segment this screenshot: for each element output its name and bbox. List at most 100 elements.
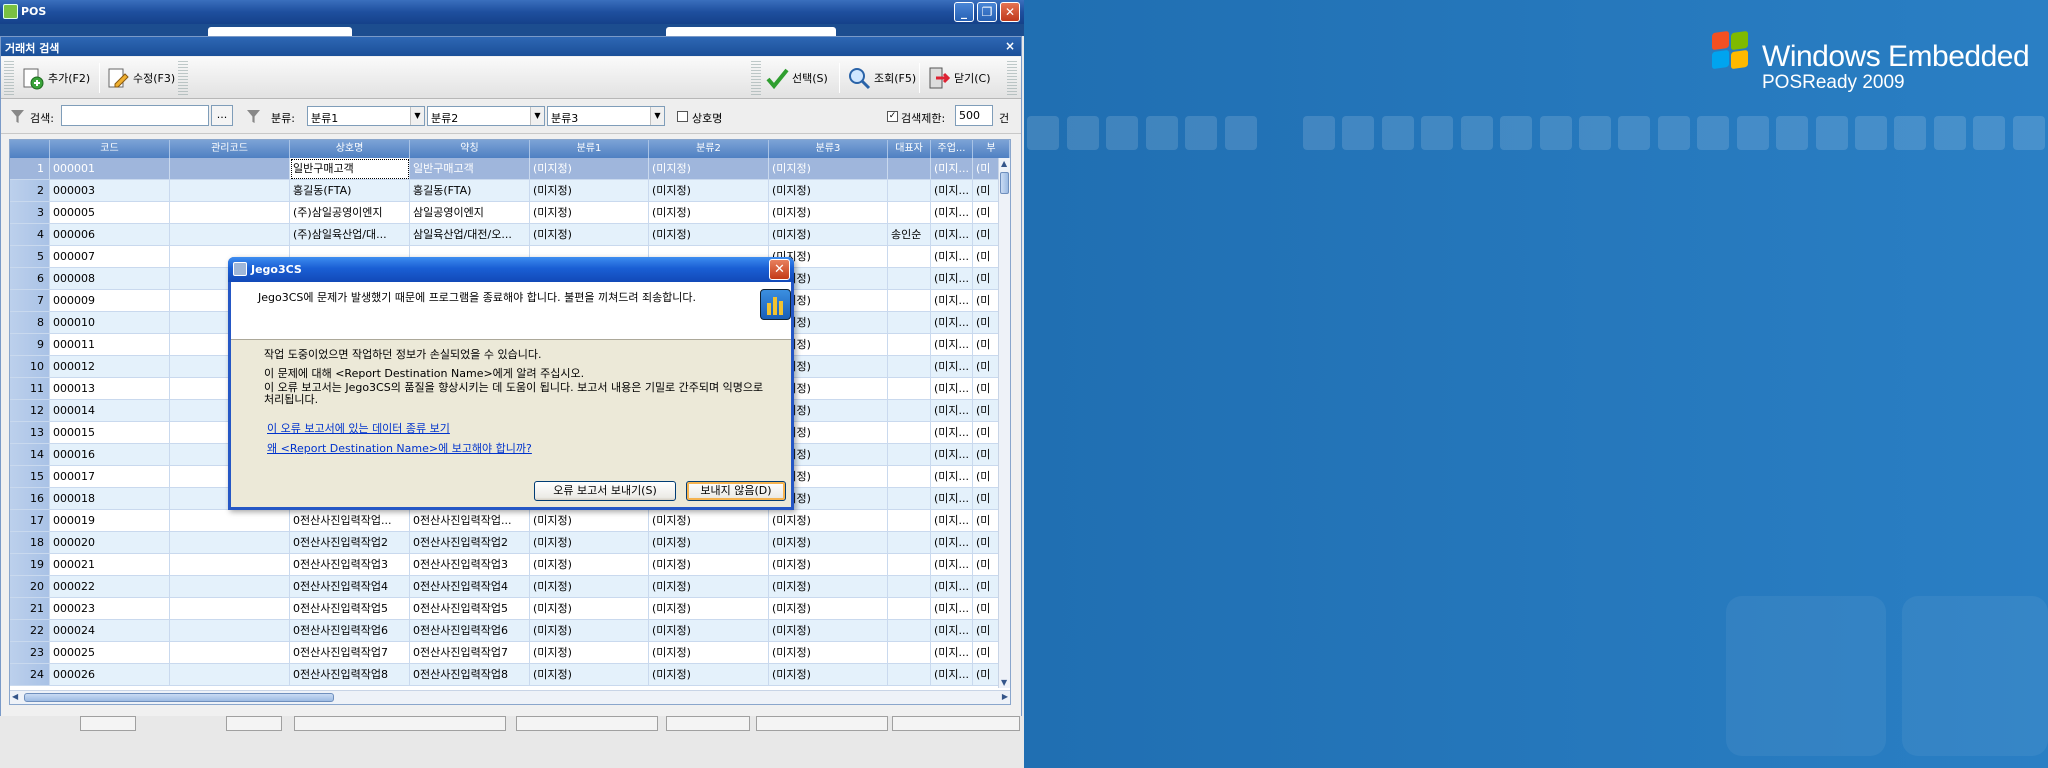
cell-rep[interactable] xyxy=(888,400,931,422)
cell-c2[interactable]: (미지정) xyxy=(649,532,769,554)
cell-biz[interactable]: (미지... xyxy=(931,576,973,598)
cell-c3[interactable]: (미지정) xyxy=(769,202,888,224)
cell-code[interactable]: 000020 xyxy=(50,532,170,554)
cell-code[interactable]: 000006 xyxy=(50,224,170,246)
cell-name[interactable]: 0전산사진입력작업8 xyxy=(290,664,410,686)
cell-biz[interactable]: (미지... xyxy=(931,444,973,466)
row-number[interactable]: 15 xyxy=(10,466,50,488)
cell-c2[interactable]: (미지정) xyxy=(649,554,769,576)
cell-rep[interactable] xyxy=(888,158,931,180)
cell-short[interactable]: 홍길동(FTA) xyxy=(410,180,530,202)
cell-code[interactable]: 000001 xyxy=(50,158,170,180)
cell-b[interactable]: (미 xyxy=(973,598,1000,620)
cell-code[interactable]: 000005 xyxy=(50,202,170,224)
query-button[interactable]: 조회(F5) xyxy=(843,62,920,94)
cell-short[interactable]: 0전산사진입력작업2 xyxy=(410,532,530,554)
row-number[interactable]: 24 xyxy=(10,664,50,686)
cell-rep[interactable] xyxy=(888,312,931,334)
search-input[interactable] xyxy=(61,105,209,126)
cell-mgmt[interactable] xyxy=(170,554,290,576)
cell-c1[interactable]: (미지정) xyxy=(530,598,649,620)
cell-b[interactable]: (미 xyxy=(973,334,1000,356)
cell-b[interactable]: (미 xyxy=(973,466,1000,488)
cell-code[interactable]: 000009 xyxy=(50,290,170,312)
cell-c3[interactable]: (미지정) xyxy=(769,510,888,532)
column-header[interactable]: 분류3 xyxy=(769,140,888,158)
table-row[interactable]: 4 000006 (주)삼일육산업/대... 삼일육산업/대전/오... (미지정) (미… xyxy=(10,224,1000,246)
category1-select[interactable]: 분류1 ▼ xyxy=(307,106,425,126)
restore-button[interactable]: ❐ xyxy=(977,2,997,22)
cell-rep[interactable] xyxy=(888,268,931,290)
cell-b[interactable]: (미 xyxy=(973,356,1000,378)
cell-c1[interactable]: (미지정) xyxy=(530,180,649,202)
cell-c1[interactable]: (미지정) xyxy=(530,158,649,180)
cell-biz[interactable]: (미지... xyxy=(931,664,973,686)
column-header[interactable]: 약칭 xyxy=(410,140,530,158)
table-row[interactable]: 23 000025 0전산사진입력작업7 0전산사진입력작업7 (미지정) (미지정) (미… xyxy=(10,642,1000,664)
cell-biz[interactable]: (미지... xyxy=(931,290,973,312)
cell-short[interactable]: 0전산사진입력작업... xyxy=(410,510,530,532)
cell-rep[interactable] xyxy=(888,532,931,554)
add-button[interactable]: 추가(F2) xyxy=(17,62,94,94)
cell-b[interactable]: (미 xyxy=(973,664,1000,686)
select-button[interactable]: 선택(S) xyxy=(761,62,832,94)
category2-select[interactable]: 분류2 ▼ xyxy=(427,106,545,126)
column-header[interactable]: 부 xyxy=(973,140,1010,158)
cell-code[interactable]: 000022 xyxy=(50,576,170,598)
cell-code[interactable]: 000026 xyxy=(50,664,170,686)
cell-name[interactable]: 0전산사진입력작업5 xyxy=(290,598,410,620)
cell-c3[interactable]: (미지정) xyxy=(769,620,888,642)
cell-mgmt[interactable] xyxy=(170,576,290,598)
close-button[interactable]: ✕ xyxy=(1000,2,1020,22)
dialog-titlebar[interactable]: Jego3CS ✕ xyxy=(228,257,794,282)
cell-b[interactable]: (미 xyxy=(973,642,1000,664)
row-number[interactable]: 4 xyxy=(10,224,50,246)
cell-c2[interactable]: (미지정) xyxy=(649,642,769,664)
cell-c3[interactable]: (미지정) xyxy=(769,158,888,180)
cell-rep[interactable] xyxy=(888,422,931,444)
cell-code[interactable]: 000014 xyxy=(50,400,170,422)
cell-b[interactable]: (미 xyxy=(973,422,1000,444)
row-number[interactable]: 13 xyxy=(10,422,50,444)
column-header[interactable]: 분류2 xyxy=(649,140,769,158)
cell-mgmt[interactable] xyxy=(170,510,290,532)
cell-code[interactable]: 000019 xyxy=(50,510,170,532)
cell-c2[interactable]: (미지정) xyxy=(649,180,769,202)
cell-b[interactable]: (미 xyxy=(973,246,1000,268)
cell-mgmt[interactable] xyxy=(170,664,290,686)
cell-code[interactable]: 000025 xyxy=(50,642,170,664)
cell-rep[interactable] xyxy=(888,664,931,686)
cell-short[interactable]: 삼일육산업/대전/오... xyxy=(410,224,530,246)
scroll-left-icon[interactable]: ◀ xyxy=(12,692,18,701)
cell-short[interactable]: 삼일공영이엔지 xyxy=(410,202,530,224)
cell-code[interactable]: 000007 xyxy=(50,246,170,268)
row-number[interactable]: 23 xyxy=(10,642,50,664)
cell-biz[interactable]: (미지... xyxy=(931,488,973,510)
row-number[interactable]: 5 xyxy=(10,246,50,268)
cell-biz[interactable]: (미지... xyxy=(931,642,973,664)
cell-c2[interactable]: (미지정) xyxy=(649,510,769,532)
cell-biz[interactable]: (미지... xyxy=(931,422,973,444)
cell-biz[interactable]: (미지... xyxy=(931,598,973,620)
table-row[interactable]: 19 000021 0전산사진입력작업3 0전산사진입력작업3 (미지정) (미지정) (미… xyxy=(10,554,1000,576)
table-row[interactable]: 21 000023 0전산사진입력작업5 0전산사진입력작업5 (미지정) (미지정) (미… xyxy=(10,598,1000,620)
horizontal-scrollbar[interactable]: ◀ ▶ xyxy=(10,690,1010,704)
cell-name[interactable]: 0전산사진입력작업4 xyxy=(290,576,410,598)
cell-mgmt[interactable] xyxy=(170,224,290,246)
cell-b[interactable]: (미 xyxy=(973,290,1000,312)
cell-c2[interactable]: (미지정) xyxy=(649,598,769,620)
cell-b[interactable]: (미 xyxy=(973,378,1000,400)
category3-select[interactable]: 분류3 ▼ xyxy=(547,106,665,126)
hscroll-thumb[interactable] xyxy=(24,693,334,702)
cell-c1[interactable]: (미지정) xyxy=(530,510,649,532)
row-number[interactable]: 6 xyxy=(10,268,50,290)
cell-c2[interactable]: (미지정) xyxy=(649,620,769,642)
edit-button[interactable]: 수정(F3) xyxy=(102,62,179,94)
scroll-down-icon[interactable]: ▼ xyxy=(1001,678,1007,687)
cell-code[interactable]: 000017 xyxy=(50,466,170,488)
cell-code[interactable]: 000010 xyxy=(50,312,170,334)
cell-c1[interactable]: (미지정) xyxy=(530,202,649,224)
cell-rep[interactable] xyxy=(888,180,931,202)
cell-c3[interactable]: (미지정) xyxy=(769,598,888,620)
scroll-up-icon[interactable]: ▲ xyxy=(1001,159,1007,168)
